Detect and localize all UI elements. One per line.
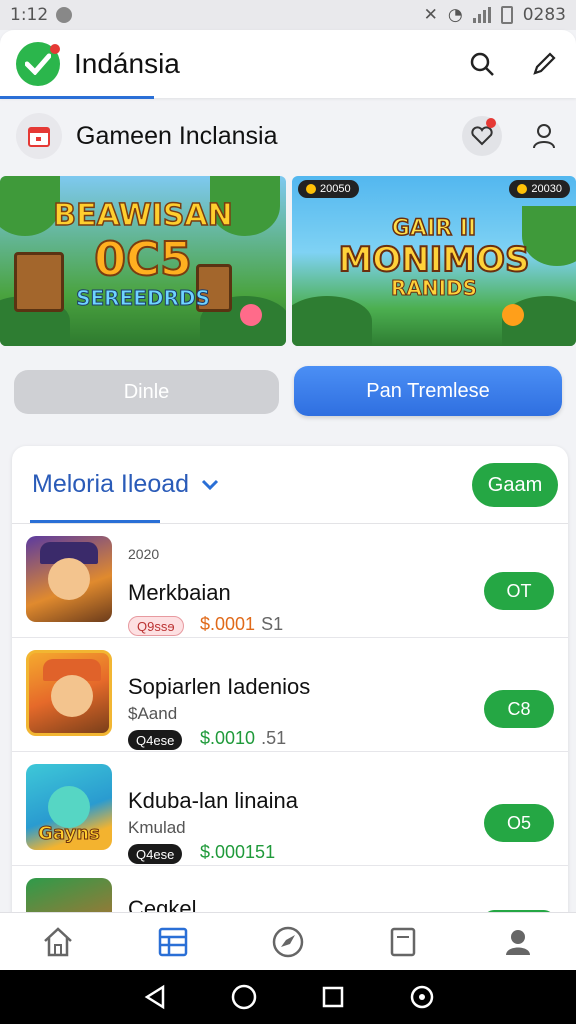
home-circle-icon[interactable] [224, 977, 264, 1017]
status-bar: 1:12 ✕ ◔ 0283 [0, 0, 576, 30]
home-icon[interactable] [38, 922, 78, 962]
primary-button[interactable]: Pan Tremlese [294, 366, 562, 416]
status-time: 1:12 [10, 5, 49, 25]
item-action-button[interactable]: OT [484, 572, 554, 610]
item-subtitle: Kmulad [128, 818, 186, 837]
dropdown-underline [30, 520, 160, 523]
item-name: Merkbaian [128, 580, 231, 605]
chevron-down-icon [201, 479, 219, 490]
banner-title: BEAWISAN [53, 197, 234, 234]
bottom-navigation [0, 912, 576, 970]
item-price: $.000151 [200, 842, 276, 862]
battery-icon [500, 6, 513, 24]
gem-count: 20030 [531, 183, 562, 195]
item-badge: Q4ese [128, 730, 183, 750]
banner-title: GAIR II [391, 215, 477, 242]
featured-banner[interactable]: 20050 20030 GAIR II MONIMOS RANIDS [292, 176, 576, 346]
account-icon[interactable] [498, 922, 538, 962]
bush-decoration [292, 296, 372, 346]
coin-pill: 20050 [298, 180, 359, 198]
gem-pill: 20030 [509, 180, 570, 198]
banner-subtitle: 0C5 [93, 231, 193, 287]
game-thumbnail [26, 650, 112, 736]
banner-tagline: RANIDS [390, 276, 478, 301]
profile-outline-icon[interactable] [528, 120, 560, 152]
banner-subtitle: MONIMOS [337, 239, 530, 281]
list-item[interactable]: 2020 Merkbaian Q9ssɘ $.0001 S1 OT [12, 524, 568, 638]
signal-icon [472, 7, 491, 23]
action-buttons: Dinle Pan Tremlese [0, 366, 576, 416]
status-right-text: 0283 [522, 5, 566, 25]
game-thumbnail: Gayns [26, 764, 112, 850]
app-title: Indánsia [74, 48, 180, 79]
item-badge: Q9ssɘ [128, 616, 184, 636]
item-price: $.0001 S1 [200, 614, 284, 634]
thumbnail-label: Gayns [38, 823, 101, 845]
list-dropdown[interactable]: Meloria Ileoad [32, 470, 219, 499]
system-navigation [0, 970, 576, 1024]
section-header: Gameen Inclansia [0, 104, 576, 168]
heart-icon[interactable] [462, 116, 502, 156]
compass-icon[interactable] [268, 922, 308, 962]
app-bar: Indánsia [0, 30, 576, 98]
back-icon[interactable] [135, 977, 175, 1017]
item-action-button[interactable]: C8 [484, 690, 554, 728]
mute-icon: ✕ [423, 5, 438, 25]
list-title: Meloria Ileoad [32, 470, 190, 498]
app-bar-tab-indicator [0, 96, 154, 99]
banner-tagline: SEREEDRDS [76, 286, 211, 311]
game-thumbnail [26, 536, 112, 622]
featured-banner[interactable]: BEAWISAN 0C5 SEREEDRDS [0, 176, 286, 346]
document-icon[interactable] [383, 922, 423, 962]
item-badge: Q4ese [128, 844, 183, 864]
calendar-icon[interactable] [16, 113, 62, 159]
check-logo-icon [16, 42, 60, 86]
secondary-button[interactable]: Dinle [14, 370, 279, 414]
game-list-card: Meloria Ileoad Gaam 2020 Merkbaian Q9ssɘ… [12, 446, 568, 926]
edit-pencil-icon[interactable] [528, 48, 560, 80]
grid-list-icon[interactable] [153, 922, 193, 962]
coin-icon [517, 184, 528, 194]
item-name: Kduba-lan linaina [128, 788, 299, 813]
item-price: $.0010.51 [200, 728, 287, 748]
card-header: Meloria Ileoad Gaam [12, 446, 568, 524]
item-subtitle: $Aand [128, 704, 178, 723]
list-item[interactable]: Gayns Kduba-lan linaina Kmulad Q4ese $.0… [12, 752, 568, 866]
wifi-icon: ◔ [447, 5, 463, 25]
coin-icon [306, 184, 316, 194]
item-action-button[interactable]: O5 [484, 804, 554, 842]
item-meta: 2020 [128, 546, 160, 562]
filter-button[interactable]: Gaam [472, 463, 558, 507]
featured-banners: BEAWISAN 0C5 SEREEDRDS 20050 20030 GAIR … [0, 176, 576, 346]
notification-icon [56, 7, 73, 23]
recents-icon[interactable] [313, 977, 353, 1017]
item-name: Sopiarlen Iadenios [128, 674, 311, 699]
coin-count: 20050 [320, 183, 351, 195]
flower-decoration [502, 304, 524, 326]
assistant-icon[interactable] [402, 977, 442, 1017]
list-item[interactable]: Sopiarlen Iadenios $Aand Q4ese $.0010.51… [12, 638, 568, 752]
section-title: Gameen Inclansia [76, 121, 278, 150]
search-icon[interactable] [466, 48, 498, 80]
